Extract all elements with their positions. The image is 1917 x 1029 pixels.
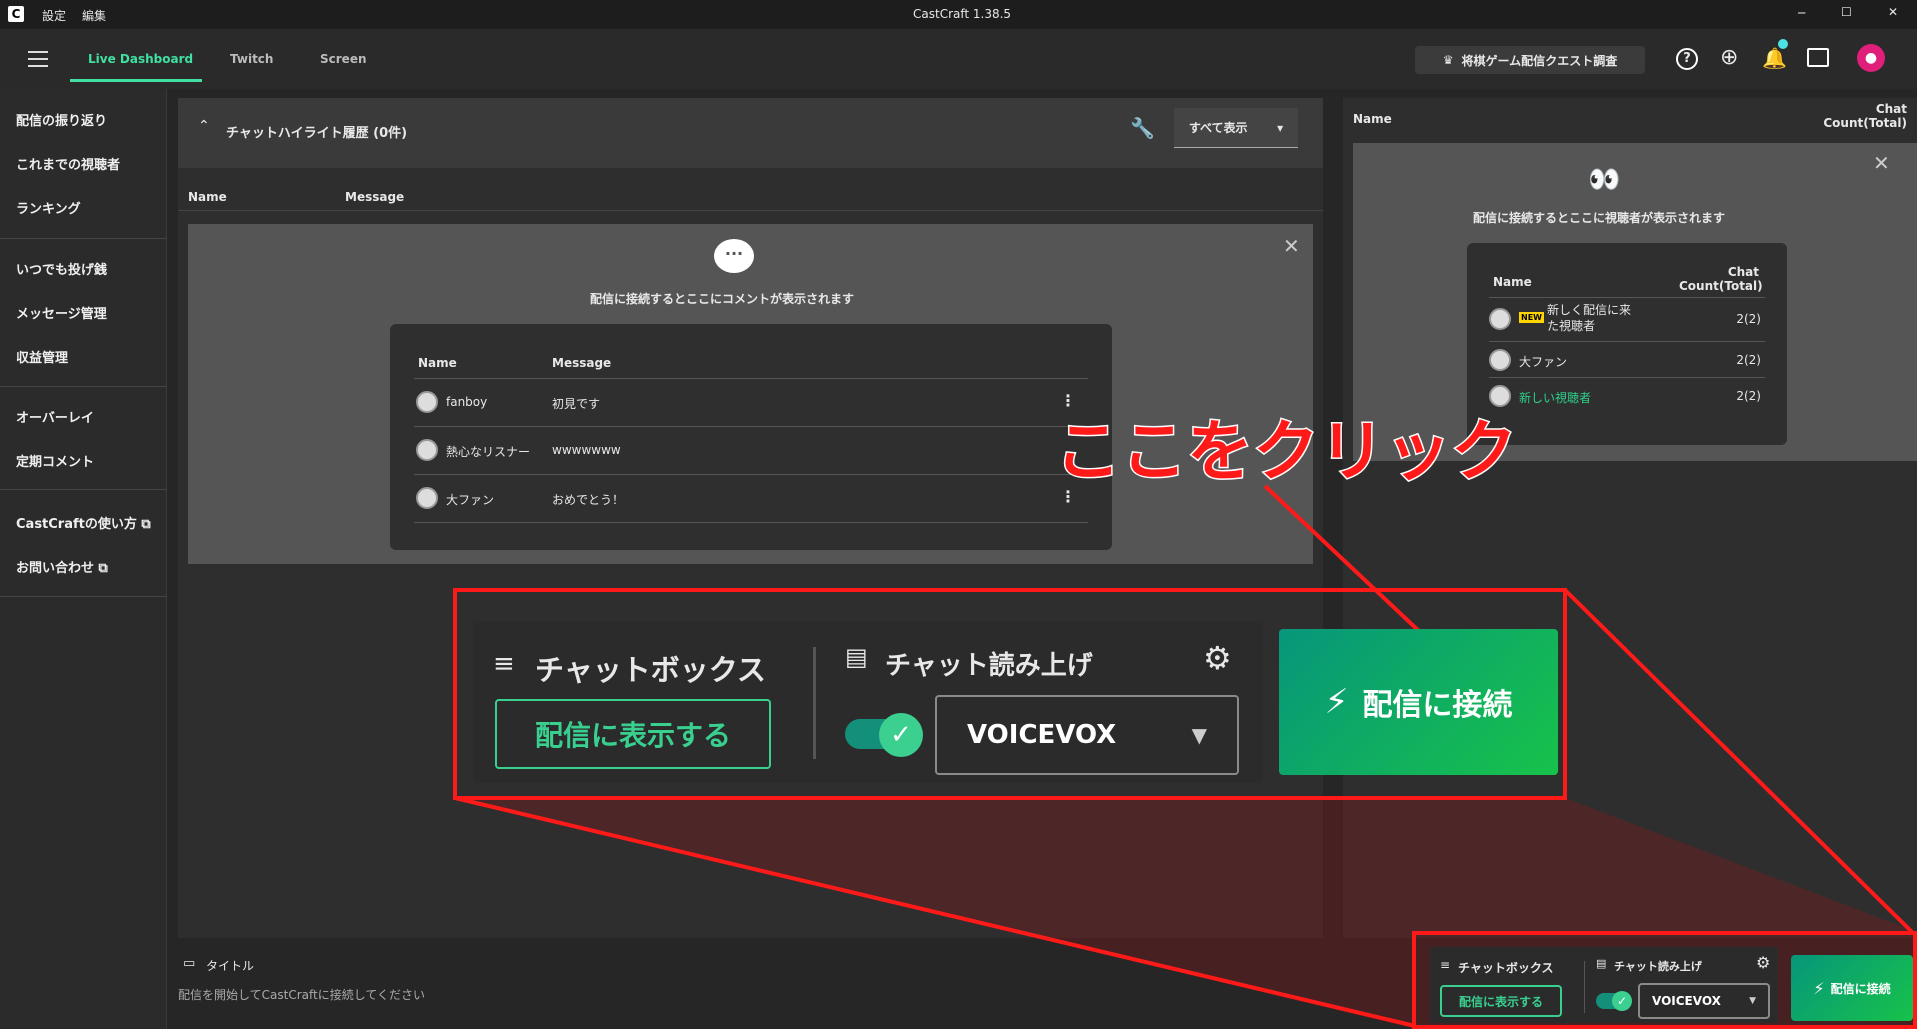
zoom-connect-button[interactable]: ⚡ 配信に接続 xyxy=(1279,629,1558,775)
lightning-icon: ⚡ xyxy=(1813,978,1825,998)
check-icon: ✓ xyxy=(1612,991,1632,1011)
lines-icon: ≡ xyxy=(493,649,515,679)
zoom-connect-label: 配信に接続 xyxy=(1362,688,1513,723)
lines-icon: ≡ xyxy=(1440,958,1451,972)
zoom-tts-engine-select[interactable]: VOICEVOX ▼ xyxy=(935,695,1239,775)
show-on-stream-button[interactable]: 配信に表示する xyxy=(1440,985,1562,1017)
zoom-tts-engine-value: VOICEVOX xyxy=(967,720,1117,750)
lightning-icon: ⚡ xyxy=(1324,682,1349,722)
footer-title-label: タイトル xyxy=(206,959,255,973)
zoom-show-on-stream-button[interactable]: 配信に表示する xyxy=(495,699,771,769)
annotation-click-here: ここをクリック xyxy=(1054,412,1519,492)
tts-engine-value: VOICEVOX xyxy=(1652,994,1721,1008)
title-icon: ▭ xyxy=(183,956,196,971)
message-icon: ▤ xyxy=(1596,957,1607,970)
footer-title-hint: 配信を開始してCastCraftに接続してください xyxy=(178,988,425,1002)
tts-label: チャット読み上げ xyxy=(1614,960,1702,973)
annotation-overlay xyxy=(454,484,1917,1029)
tts-engine-select[interactable]: VOICEVOX ▼ xyxy=(1638,983,1770,1019)
caret-down-icon: ▼ xyxy=(1191,723,1207,747)
gear-icon[interactable]: ⚙ xyxy=(1203,639,1232,677)
message-icon: ▤ xyxy=(845,643,868,671)
zoom-tts-label: チャット読み上げ xyxy=(885,651,1093,681)
check-icon: ✓ xyxy=(879,713,923,757)
chatbox-label: チャットボックス xyxy=(1458,961,1554,975)
gear-icon[interactable]: ⚙ xyxy=(1756,953,1770,972)
connect-button[interactable]: ⚡ 配信に接続 xyxy=(1791,955,1913,1021)
zoom-chatbox-label: チャットボックス xyxy=(535,653,766,687)
zoom-controls-bar: ≡ チャットボックス 配信に表示する ▤ チャット読み上げ ⚙ ✓ VOICEV… xyxy=(473,621,1263,783)
connect-label: 配信に接続 xyxy=(1830,981,1891,996)
controls-bar: ≡ チャットボックス 配信に表示する ▤ チャット読み上げ ⚙ ✓ VOICEV… xyxy=(1430,947,1778,1023)
caret-down-icon: ▼ xyxy=(1749,996,1756,1006)
